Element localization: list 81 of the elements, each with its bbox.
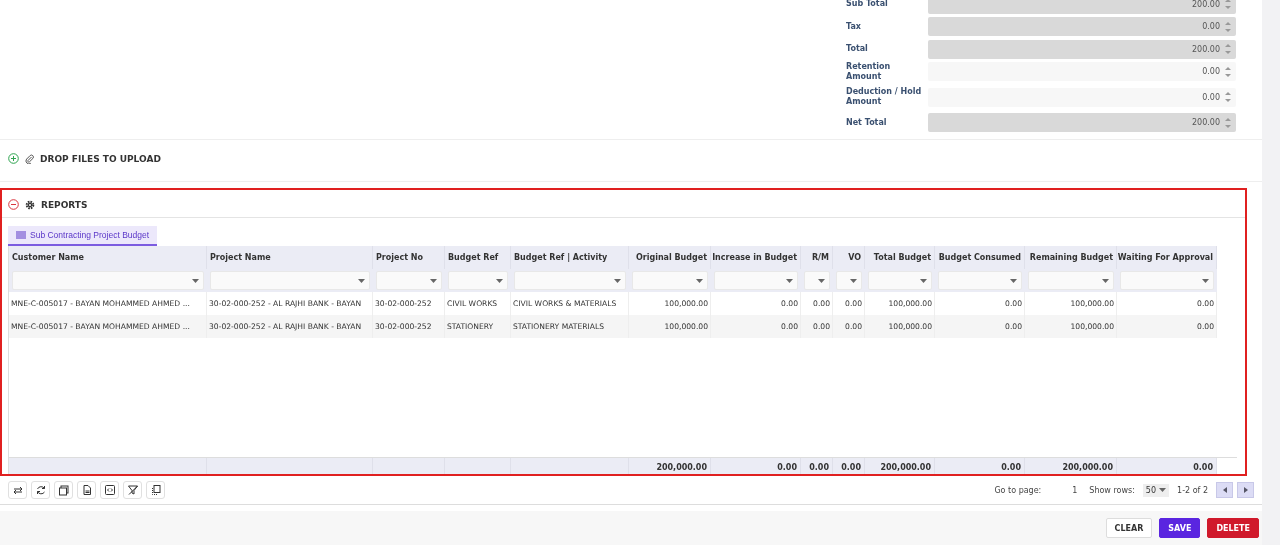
column-header[interactable]: Increase in Budget bbox=[711, 246, 801, 269]
column-header[interactable]: Project No bbox=[373, 246, 445, 269]
caret-down-icon bbox=[850, 278, 857, 283]
column-header[interactable]: Budget Ref bbox=[445, 246, 511, 269]
page-input[interactable]: 1 bbox=[1045, 485, 1078, 495]
field-label: Total bbox=[846, 44, 869, 54]
column-header[interactable]: Project Name bbox=[207, 246, 373, 269]
copy-icon bbox=[149, 484, 162, 496]
gear-icon bbox=[25, 199, 35, 210]
caret-down-icon bbox=[1202, 278, 1209, 283]
spinner-icon[interactable] bbox=[1224, 42, 1232, 56]
number-field[interactable]: 0.00 bbox=[928, 17, 1236, 36]
spinner-icon[interactable] bbox=[1224, 0, 1232, 11]
field-label: Net Total bbox=[846, 117, 888, 128]
spinner-icon[interactable] bbox=[1224, 19, 1232, 34]
caret-down-icon bbox=[358, 278, 365, 283]
section-title: REPORTS bbox=[41, 199, 88, 210]
caret-down-icon bbox=[1102, 278, 1109, 283]
toolbar-button[interactable] bbox=[123, 481, 142, 499]
caret-down-icon bbox=[920, 278, 927, 283]
caret-down-icon bbox=[496, 278, 503, 283]
toolbar-button[interactable] bbox=[77, 481, 96, 499]
spinner-icon[interactable] bbox=[1224, 64, 1232, 79]
next-page-button[interactable] bbox=[1237, 482, 1254, 498]
column-header[interactable]: R/M bbox=[801, 246, 833, 269]
collapse-icon[interactable] bbox=[8, 199, 19, 210]
caret-left-icon bbox=[1222, 487, 1227, 493]
clear-filter-icon bbox=[126, 484, 139, 496]
filter-dropdown[interactable] bbox=[836, 271, 862, 290]
caret-down-icon bbox=[786, 278, 793, 283]
caret-down-icon bbox=[430, 278, 437, 283]
report-tab[interactable]: Sub Contracting Project Budget bbox=[8, 226, 158, 246]
caret-down-icon bbox=[192, 278, 199, 283]
column-header[interactable]: VO bbox=[833, 246, 865, 269]
field-label: Retention Amount bbox=[846, 61, 892, 82]
field-label: Sub Total bbox=[846, 0, 889, 9]
number-field[interactable]: 0.00 bbox=[928, 87, 1236, 107]
toolbar-button[interactable] bbox=[54, 481, 73, 499]
pager-label: Show rows: bbox=[1089, 485, 1135, 495]
caret-down-icon bbox=[818, 278, 825, 283]
caret-down-icon bbox=[1159, 488, 1167, 492]
toolbar-button[interactable] bbox=[8, 481, 27, 499]
column-header[interactable]: Remaining Budget bbox=[1025, 246, 1117, 269]
code-icon bbox=[103, 484, 116, 496]
filter-dropdown[interactable] bbox=[804, 271, 830, 290]
action-button[interactable]: SAVE bbox=[1159, 518, 1201, 538]
swap-arrows-icon bbox=[11, 484, 24, 496]
action-button[interactable]: CLEAR bbox=[1105, 518, 1153, 538]
spinner-icon[interactable] bbox=[1224, 115, 1232, 130]
caret-right-icon bbox=[1243, 487, 1248, 493]
column-header[interactable]: Original Budget bbox=[629, 246, 711, 269]
section-title: DROP FILES TO UPLOAD bbox=[40, 153, 161, 164]
paperclip-icon bbox=[25, 153, 34, 164]
caret-down-icon bbox=[1010, 278, 1017, 283]
toolbar-button[interactable] bbox=[31, 481, 50, 499]
page-range: 1-2 of 2 bbox=[1177, 485, 1208, 495]
spinner-icon[interactable] bbox=[1224, 90, 1232, 104]
number-field[interactable]: 200.00 bbox=[928, 39, 1236, 59]
toolbar-button[interactable] bbox=[100, 481, 119, 499]
expand-icon[interactable] bbox=[8, 153, 19, 164]
action-button[interactable]: DELETE bbox=[1207, 518, 1259, 538]
refresh-icon bbox=[34, 484, 47, 496]
caret-down-icon bbox=[614, 278, 621, 283]
field-label: Deduction / Hold Amount bbox=[846, 87, 923, 107]
number-field[interactable]: 0.00 bbox=[928, 62, 1236, 81]
column-header[interactable]: Customer Name bbox=[9, 246, 207, 269]
previous-page-button[interactable] bbox=[1216, 482, 1233, 498]
caret-down-icon bbox=[696, 278, 703, 283]
pdf-file-icon bbox=[57, 484, 70, 496]
pager-label: Go to page: bbox=[994, 485, 1042, 495]
rows-dropdown[interactable]: 50 bbox=[1142, 483, 1170, 497]
list-icon bbox=[16, 231, 26, 239]
column-header[interactable]: Total Budget bbox=[865, 246, 935, 269]
column-header[interactable]: Budget Consumed bbox=[935, 246, 1025, 269]
number-field[interactable]: 200.00 bbox=[928, 0, 1236, 14]
toolbar-button[interactable] bbox=[146, 481, 165, 499]
column-header[interactable]: Waiting For Approval bbox=[1117, 246, 1217, 269]
field-label: Tax bbox=[846, 21, 862, 32]
column-header[interactable]: Budget Ref | Activity bbox=[511, 246, 629, 269]
number-field[interactable]: 200.00 bbox=[928, 113, 1236, 132]
document-icon bbox=[80, 484, 93, 496]
